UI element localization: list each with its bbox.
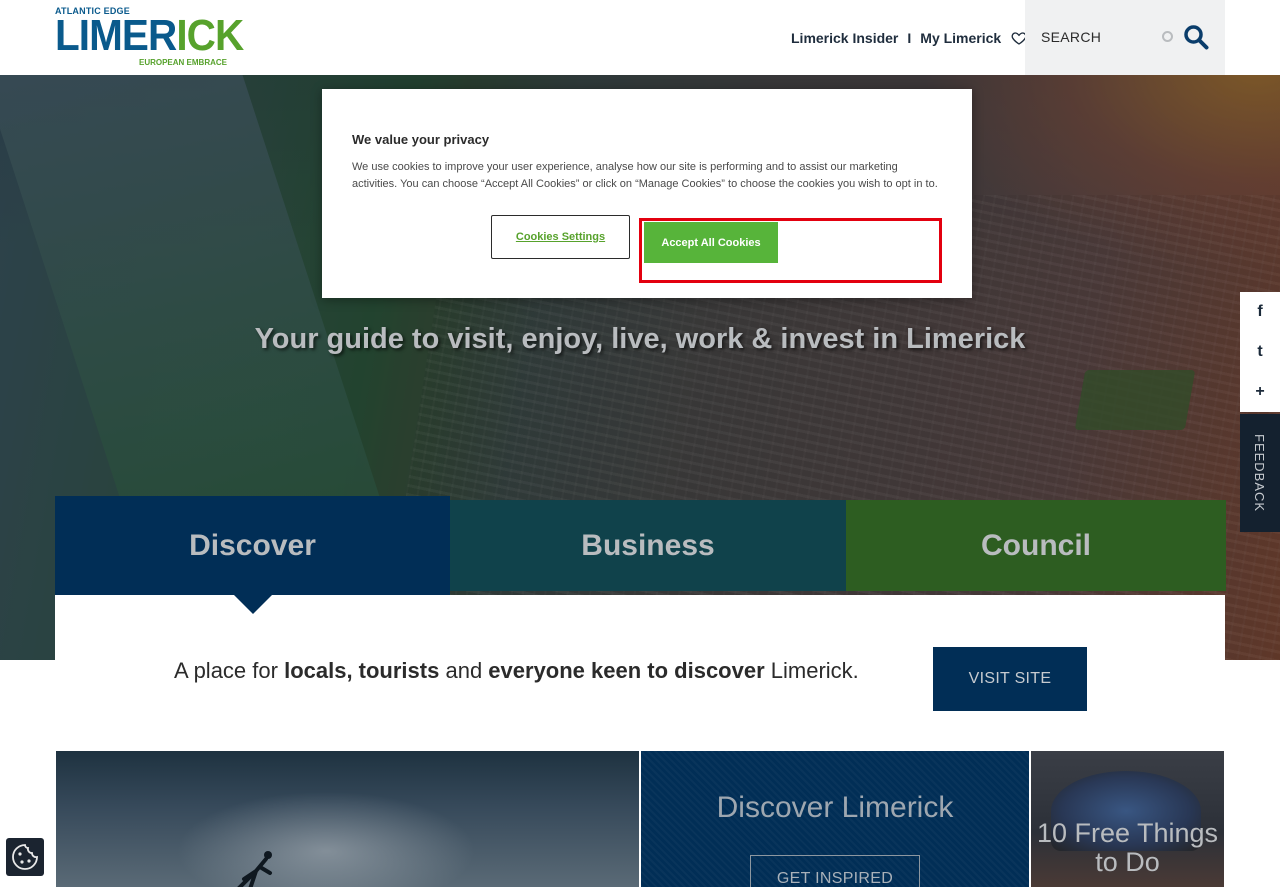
tab-discover[interactable]: Discover	[55, 496, 450, 595]
my-limerick-link[interactable]: My Limerick	[920, 30, 1001, 46]
cookie-preferences-button[interactable]	[6, 838, 44, 876]
twitter-icon[interactable]: t	[1240, 332, 1280, 372]
logo-bottom-text: EUROPEAN EMBRACE	[138, 58, 227, 67]
free-things-title: 10 Free Things to Do	[1036, 818, 1219, 877]
discover-limerick-title: Discover Limerick	[716, 791, 954, 824]
intro-text-bold2: everyone keen to discover	[488, 658, 765, 683]
person-jumping-image	[237, 851, 272, 887]
intro-text: A place for locals, tourists and everyon…	[174, 658, 859, 684]
tab-active-pointer-front	[233, 594, 273, 614]
limerick-logo[interactable]: ATLANTIC EDGE LIMERICK EUROPEAN EMBRACE	[55, 6, 244, 68]
social-share-bar: f t +	[1240, 292, 1280, 412]
cookie-dialog-body: We use cookies to improve your user expe…	[352, 161, 938, 190]
limerick-insider-link[interactable]: Limerick Insider	[791, 30, 898, 46]
discover-limerick-card[interactable]: Discover Limerick GET INSPIRED	[641, 751, 1029, 887]
card-cloud-image	[176, 791, 476, 887]
search-box[interactable]: SEARCH	[1025, 0, 1225, 75]
site-header: ATLANTIC EDGE LIMERICK EUROPEAN EMBRACE …	[0, 0, 1280, 75]
nav-separator: I	[907, 30, 912, 46]
header-nav: Limerick Insider I My Limerick	[791, 28, 1027, 48]
intro-text-part2: and	[439, 658, 489, 683]
feature-image-card[interactable]	[56, 751, 639, 887]
tab-business[interactable]: Business	[450, 500, 846, 591]
share-more-icon[interactable]: +	[1240, 372, 1280, 412]
logo-main-text-green: ICK	[176, 11, 244, 60]
facebook-icon[interactable]: f	[1240, 292, 1280, 332]
intro-text-part3: Limerick.	[764, 658, 859, 683]
cookies-settings-button[interactable]: Cookies Settings	[491, 215, 630, 259]
feedback-tab[interactable]: FEEDBACK	[1240, 414, 1280, 532]
intro-text-bold1: locals, tourists	[284, 658, 440, 683]
visit-site-button[interactable]: VISIT SITE	[933, 647, 1087, 711]
cookie-dialog-heading: We value your privacy	[352, 132, 490, 147]
search-icon[interactable]	[1183, 24, 1209, 50]
accept-button-highlight-box	[639, 218, 942, 283]
tab-council[interactable]: Council	[846, 500, 1226, 591]
hero-tagline: Your guide to visit, enjoy, live, work &…	[254, 323, 1026, 355]
intro-text-part1: A place for	[174, 658, 285, 683]
logo-main-text-blue: LIMER	[55, 11, 177, 60]
search-input[interactable]: SEARCH	[1041, 29, 1101, 45]
logo-main-text: LIMERICK	[55, 11, 244, 60]
free-things-card[interactable]: 10 Free Things to Do	[1031, 751, 1224, 887]
feedback-label: FEEDBACK	[1252, 434, 1267, 513]
cookie-icon	[12, 844, 38, 870]
get-inspired-button[interactable]: GET INSPIRED	[750, 855, 920, 887]
loading-spinner-icon	[1162, 31, 1173, 42]
